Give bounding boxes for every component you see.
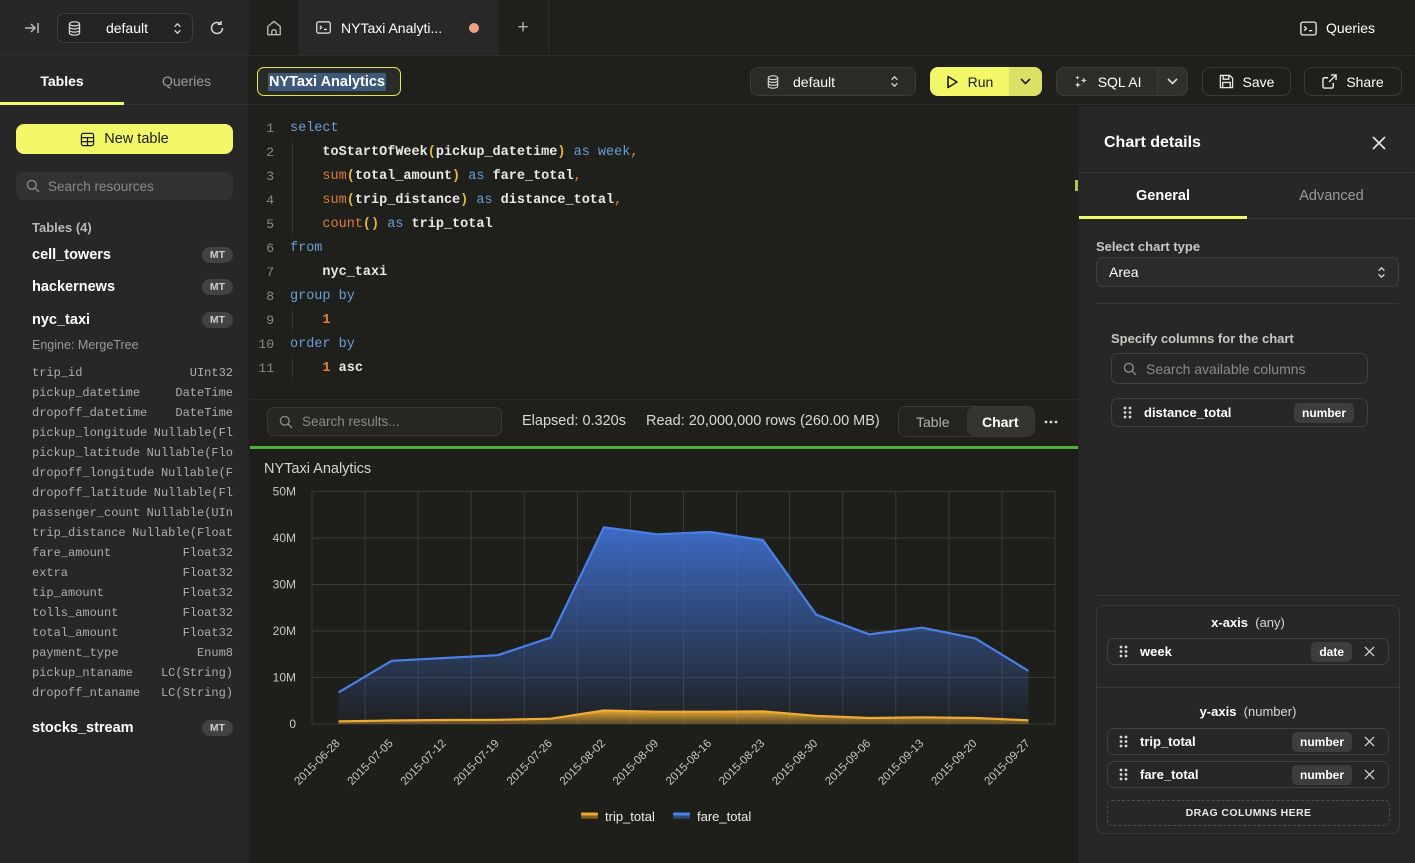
svg-text:2015-08-30: 2015-08-30	[770, 738, 820, 788]
svg-text:2015-07-26: 2015-07-26	[505, 738, 555, 788]
svg-text:0: 0	[289, 717, 296, 731]
svg-text:20M: 20M	[273, 624, 296, 638]
svg-text:2015-08-23: 2015-08-23	[717, 738, 767, 788]
svg-text:2015-08-16: 2015-08-16	[664, 738, 714, 788]
svg-text:trip_total: trip_total	[605, 809, 655, 824]
svg-text:fare_total: fare_total	[697, 809, 751, 824]
svg-text:2015-07-05: 2015-07-05	[346, 738, 396, 788]
svg-text:2015-06-28: 2015-06-28	[293, 738, 343, 788]
svg-text:2015-07-12: 2015-07-12	[399, 738, 449, 788]
svg-text:2015-09-20: 2015-09-20	[929, 738, 979, 788]
svg-text:2015-08-09: 2015-08-09	[611, 738, 661, 788]
svg-text:40M: 40M	[273, 531, 296, 545]
svg-text:NYTaxi Analytics: NYTaxi Analytics	[264, 461, 371, 477]
svg-text:2015-09-27: 2015-09-27	[983, 738, 1033, 788]
svg-text:2015-08-02: 2015-08-02	[558, 738, 608, 788]
svg-text:2015-09-06: 2015-09-06	[823, 738, 873, 788]
svg-text:2015-09-13: 2015-09-13	[876, 738, 926, 788]
svg-text:2015-07-19: 2015-07-19	[452, 738, 502, 788]
svg-text:30M: 30M	[273, 578, 296, 592]
svg-text:10M: 10M	[273, 671, 296, 685]
svg-text:50M: 50M	[273, 485, 296, 499]
